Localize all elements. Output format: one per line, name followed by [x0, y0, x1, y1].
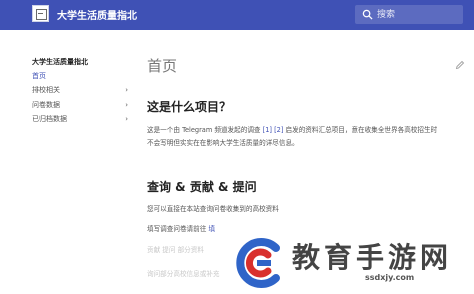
site-title[interactable]: 大学生活质量指北	[57, 7, 137, 22]
about-text: 启发的资料汇总项目，意在收集全世界各高校招生时	[283, 126, 438, 134]
reference-link-1[interactable]: [1]	[263, 126, 272, 134]
about-paragraph-line-1: 这是一个由 Telegram 频道发起的调查 [1] [2] 启发的资料汇总项目…	[147, 124, 437, 136]
sidebar-item-label: 已归档数据	[32, 115, 67, 123]
section-heading-query: 查询 & 贡献 & 提问	[147, 180, 257, 194]
query-text-line-3: 贡献 提问 部分资料	[147, 246, 204, 254]
watermark-text: 教育手游网	[292, 241, 453, 274]
chevron-right-icon: ›	[125, 86, 128, 94]
watermark-logo-icon	[236, 238, 280, 288]
sidebar-item-label: 问卷数据	[32, 101, 60, 109]
about-text: 这是一个由 Telegram 频道发起的调查	[147, 126, 263, 134]
sidebar-item-school[interactable]: 排校相关 ›	[32, 85, 128, 97]
sidebar-item-label: 排校相关	[32, 86, 60, 94]
survey-link[interactable]: 填	[208, 225, 215, 233]
search-icon	[362, 9, 373, 20]
watermark-url: ssdxjy.com	[365, 273, 415, 282]
sidebar-item-survey[interactable]: 问卷数据 ›	[32, 100, 128, 112]
top-app-bar: 大学生活质量指北	[0, 0, 474, 30]
search-box[interactable]	[355, 5, 463, 24]
sidebar-nav: 大学生活质量指北 首页 排校相关 › 问卷数据 › 已归档数据 ›	[0, 30, 135, 294]
sidebar-item-archive[interactable]: 已归档数据 ›	[32, 114, 128, 126]
about-paragraph-line-2: 不会写明但实实在在影响大学生活质量的详尽信息。	[147, 139, 299, 147]
sidebar-item-label: 首页	[32, 72, 46, 80]
query-text-line-1: 您可以直接在本站查询问卷收集到的高校资料	[147, 205, 279, 213]
section-heading-about: 这是什么项目？	[147, 100, 232, 114]
sidebar-item-home[interactable]: 首页	[32, 71, 128, 83]
page-title: 首页	[147, 57, 178, 75]
chevron-right-icon: ›	[125, 101, 128, 109]
site-logo-icon[interactable]	[32, 5, 49, 22]
search-input[interactable]	[377, 7, 459, 22]
chevron-right-icon: ›	[125, 115, 128, 123]
query-text-line-4: 询问部分高校信息或补充	[147, 270, 220, 278]
edit-icon[interactable]	[455, 60, 465, 70]
query-text-line-2: 填写调查问卷请前往 填	[147, 223, 215, 235]
sidebar-title: 大学生活质量指北	[32, 58, 88, 66]
query-text: 填写调查问卷请前往	[147, 225, 209, 233]
